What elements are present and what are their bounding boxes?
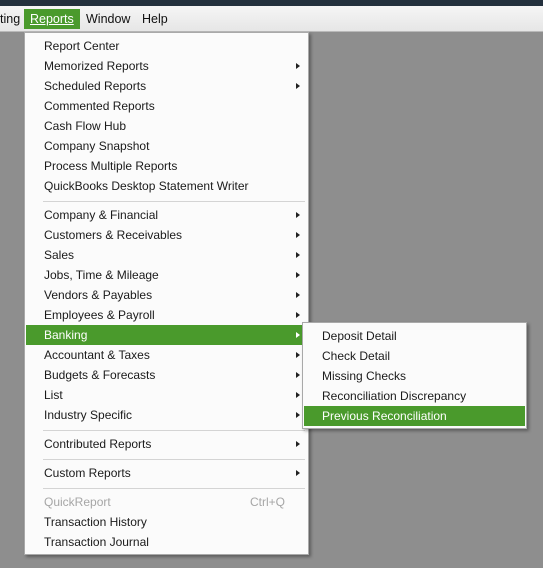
menu-item-commented-reports[interactable]: Commented Reports: [26, 96, 307, 116]
menu-bar: ting Reports Window Help: [0, 6, 543, 32]
menu-item-shortcut: Ctrl+Q: [249, 495, 285, 509]
menu-item-label: Company Snapshot: [44, 139, 150, 153]
menu-item-custom-reports[interactable]: Custom Reports: [26, 463, 307, 483]
submenu-arrow-icon: [296, 372, 300, 378]
menu-item-banking[interactable]: Banking: [26, 325, 307, 345]
menu-item-label: Memorized Reports: [44, 59, 149, 73]
menu-item-label: Process Multiple Reports: [44, 159, 178, 173]
menu-item-statement-writer[interactable]: QuickBooks Desktop Statement Writer: [26, 176, 307, 196]
menu-item-label: QuickReport: [44, 495, 111, 509]
menu-item-label: Budgets & Forecasts: [44, 368, 156, 382]
menu-item-label: Contributed Reports: [44, 437, 152, 451]
menu-item-label: Missing Checks: [322, 369, 407, 383]
menu-separator: [43, 488, 305, 489]
submenu-arrow-icon: [296, 212, 300, 218]
submenu-arrow-icon: [296, 412, 300, 418]
menu-item-transaction-journal[interactable]: Transaction Journal: [26, 532, 307, 552]
menu-item-process-multiple-reports[interactable]: Process Multiple Reports: [26, 156, 307, 176]
menubar-item-accounting[interactable]: ting: [0, 9, 26, 29]
menu-item-label: Vendors & Payables: [44, 288, 153, 302]
menubar-item-label: Window: [86, 12, 131, 26]
menu-item-label: Banking: [44, 328, 88, 342]
submenu-arrow-icon: [296, 332, 300, 338]
submenu-item-reconciliation-discrepancy[interactable]: Reconciliation Discrepancy: [304, 386, 525, 406]
menubar-item-reports[interactable]: Reports: [24, 9, 80, 29]
menu-item-label: Sales: [44, 248, 75, 262]
menu-item-vendors-payables[interactable]: Vendors & Payables: [26, 285, 307, 305]
menu-item-label: Previous Reconciliation: [322, 409, 447, 423]
menubar-item-label: Help: [142, 12, 168, 26]
menu-item-employees-payroll[interactable]: Employees & Payroll: [26, 305, 307, 325]
menu-item-company-financial[interactable]: Company & Financial: [26, 205, 307, 225]
menu-item-label: Cash Flow Hub: [44, 119, 127, 133]
menu-item-report-center[interactable]: Report Center: [26, 36, 307, 56]
menu-item-customers-receivables[interactable]: Customers & Receivables: [26, 225, 307, 245]
menu-item-label: Employees & Payroll: [44, 308, 155, 322]
menu-item-label: Company & Financial: [44, 208, 159, 222]
submenu-arrow-icon: [296, 470, 300, 476]
menu-item-label: Transaction History: [44, 515, 147, 529]
reports-menu: Report Center Memorized Reports Schedule…: [24, 32, 309, 555]
submenu-arrow-icon: [296, 441, 300, 447]
submenu-item-check-detail[interactable]: Check Detail: [304, 346, 525, 366]
menu-item-company-snapshot[interactable]: Company Snapshot: [26, 136, 307, 156]
menu-item-scheduled-reports[interactable]: Scheduled Reports: [26, 76, 307, 96]
submenu-arrow-icon: [296, 352, 300, 358]
menu-item-label: Reconciliation Discrepancy: [322, 389, 467, 403]
banking-submenu: Deposit Detail Check Detail Missing Chec…: [302, 322, 527, 429]
menu-item-list[interactable]: List: [26, 385, 307, 405]
menu-item-label: Commented Reports: [44, 99, 155, 113]
menubar-item-window[interactable]: Window: [80, 9, 136, 29]
menu-item-label: Custom Reports: [44, 466, 131, 480]
menu-item-label: Customers & Receivables: [44, 228, 183, 242]
menu-separator: [43, 430, 305, 431]
menu-item-cash-flow-hub[interactable]: Cash Flow Hub: [26, 116, 307, 136]
menu-item-label: QuickBooks Desktop Statement Writer: [44, 179, 249, 193]
menu-item-jobs-time-mileage[interactable]: Jobs, Time & Mileage: [26, 265, 307, 285]
menubar-item-label: ting: [0, 12, 21, 26]
menu-item-memorized-reports[interactable]: Memorized Reports: [26, 56, 307, 76]
submenu-arrow-icon: [296, 252, 300, 258]
menu-item-label: Accountant & Taxes: [44, 348, 150, 362]
menu-item-quickreport: QuickReport Ctrl+Q: [26, 492, 307, 512]
menu-item-label: Check Detail: [322, 349, 391, 363]
submenu-arrow-icon: [296, 292, 300, 298]
menu-item-label: Deposit Detail: [322, 329, 397, 343]
menu-item-label: Transaction Journal: [44, 535, 149, 549]
menu-item-label: Report Center: [44, 39, 120, 53]
menubar-item-help[interactable]: Help: [136, 9, 174, 29]
menu-item-accountant-taxes[interactable]: Accountant & Taxes: [26, 345, 307, 365]
submenu-arrow-icon: [296, 83, 300, 89]
submenu-arrow-icon: [296, 232, 300, 238]
menu-item-contributed-reports[interactable]: Contributed Reports: [26, 434, 307, 454]
menu-item-label: Jobs, Time & Mileage: [44, 268, 159, 282]
submenu-item-deposit-detail[interactable]: Deposit Detail: [304, 326, 525, 346]
submenu-item-missing-checks[interactable]: Missing Checks: [304, 366, 525, 386]
submenu-arrow-icon: [296, 312, 300, 318]
submenu-arrow-icon: [296, 392, 300, 398]
menu-item-label: List: [44, 388, 63, 402]
menu-separator: [43, 201, 305, 202]
menubar-item-label: Reports: [30, 12, 74, 26]
menu-item-transaction-history[interactable]: Transaction History: [26, 512, 307, 532]
submenu-arrow-icon: [296, 272, 300, 278]
menu-item-label: Industry Specific: [44, 408, 133, 422]
menu-item-label: Scheduled Reports: [44, 79, 147, 93]
menu-item-sales[interactable]: Sales: [26, 245, 307, 265]
menu-item-industry-specific[interactable]: Industry Specific: [26, 405, 307, 425]
menu-item-budgets-forecasts[interactable]: Budgets & Forecasts: [26, 365, 307, 385]
submenu-item-previous-reconciliation[interactable]: Previous Reconciliation: [304, 406, 525, 426]
submenu-arrow-icon: [296, 63, 300, 69]
menu-separator: [43, 459, 305, 460]
